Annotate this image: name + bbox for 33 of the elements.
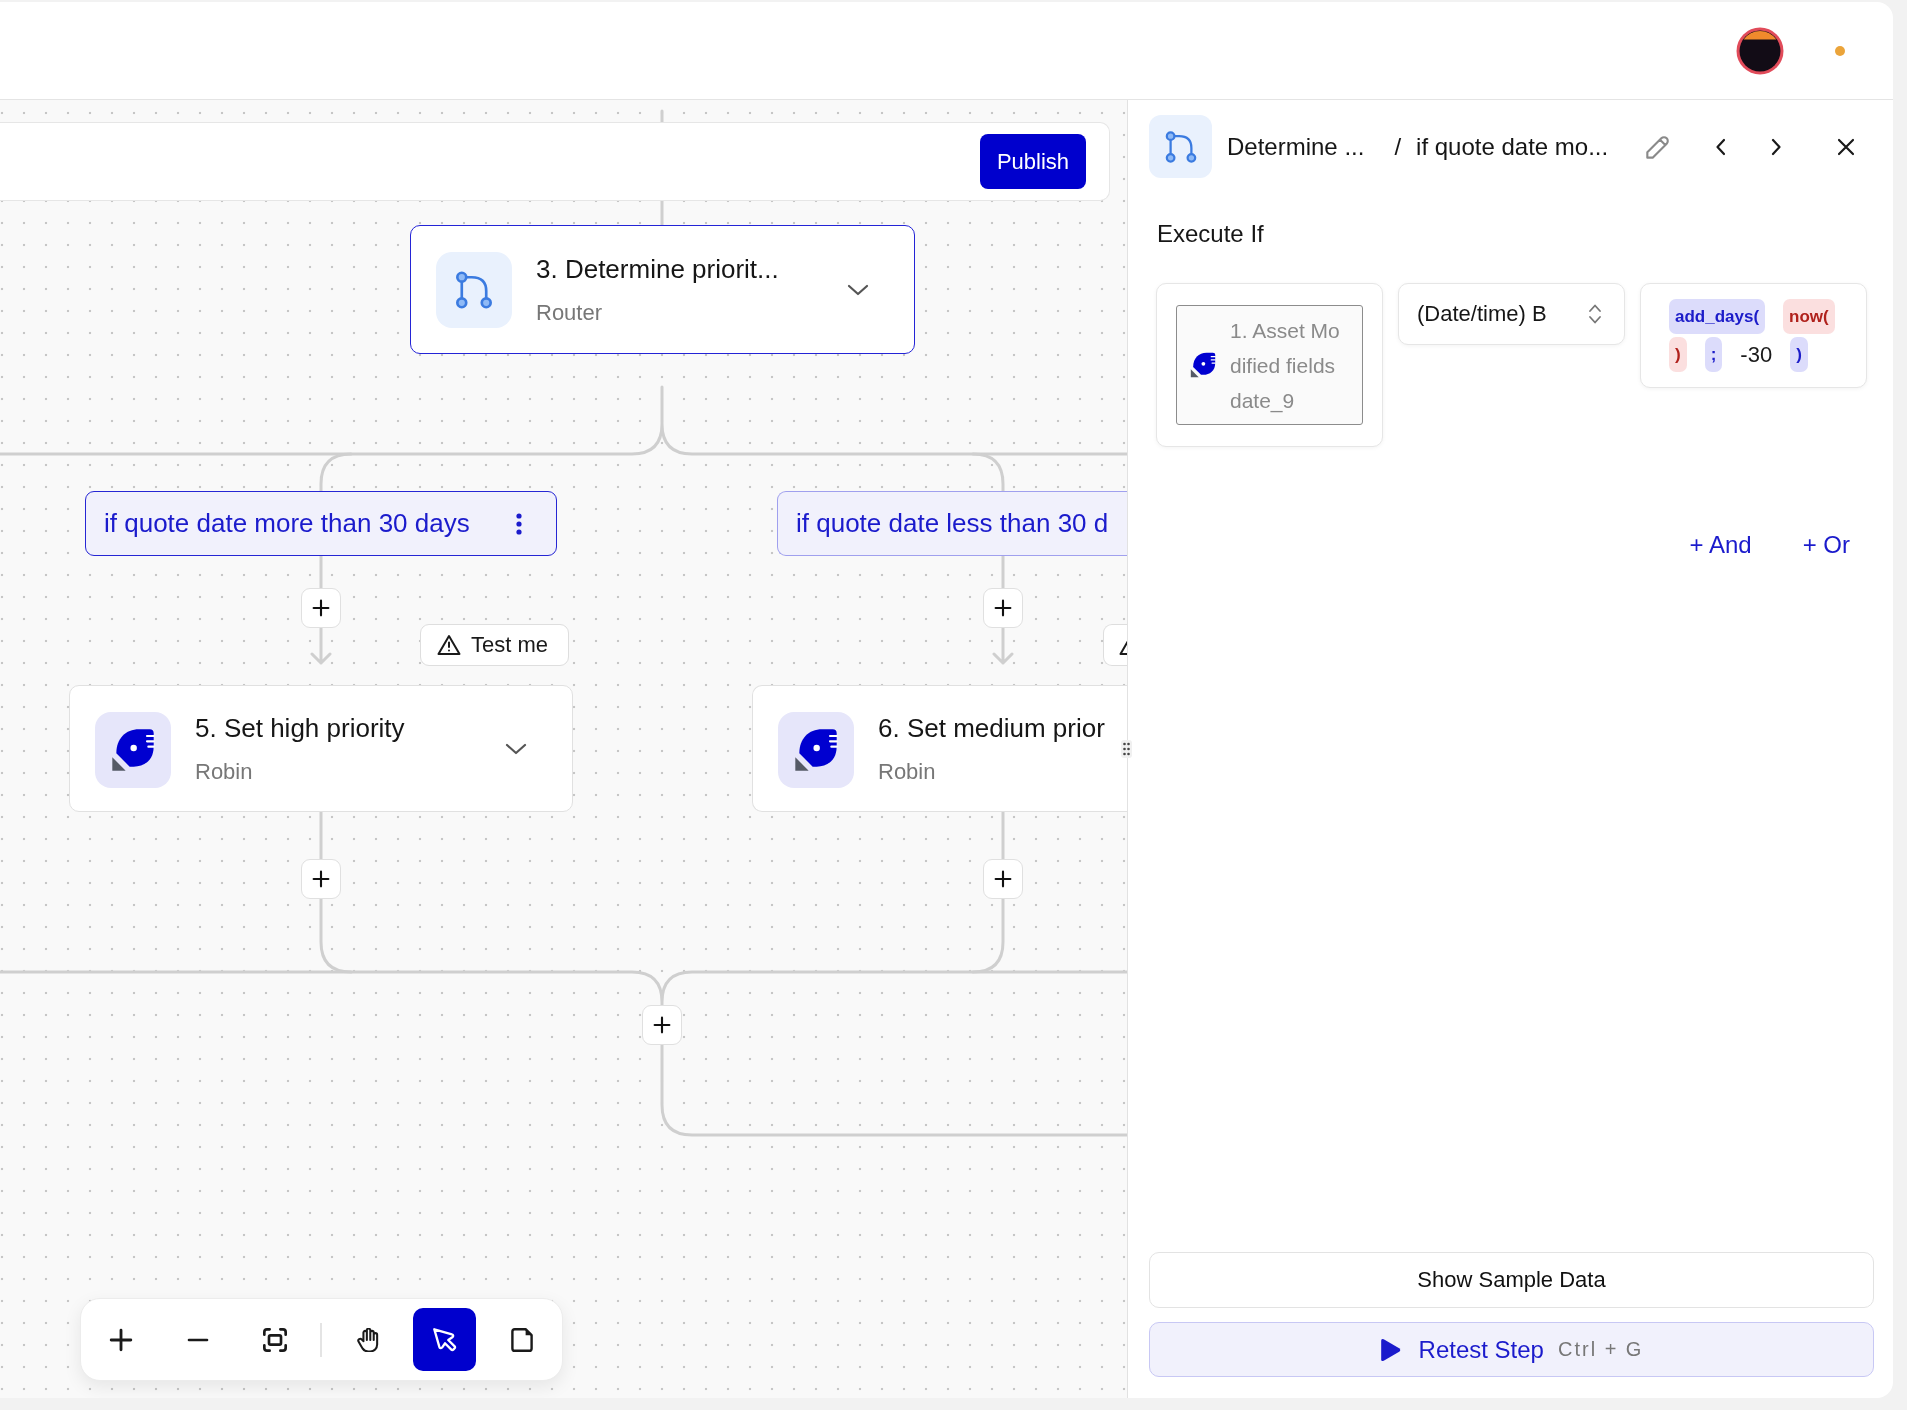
breadcrumb-link[interactable]: Determine ...	[1227, 132, 1365, 161]
token-chip: )	[1790, 337, 1808, 372]
breadcrumb-current: if quote date mo...	[1416, 132, 1609, 161]
chevron-right-icon[interactable]	[1770, 136, 1782, 157]
breadcrumb-separator: /	[1394, 132, 1402, 161]
token-chip: )	[1669, 337, 1687, 372]
plus-icon	[108, 1327, 133, 1352]
app-logo-icon	[1190, 352, 1216, 378]
token-chip: ;	[1704, 337, 1723, 372]
play-icon	[1379, 1337, 1402, 1362]
updown-chevron-icon	[1588, 302, 1602, 326]
minus-icon	[186, 1337, 209, 1342]
section-title: Execute If	[1157, 220, 1265, 248]
page-icon	[509, 1327, 534, 1352]
token-chip: add_days(	[1669, 299, 1766, 334]
token-text: -30	[1740, 340, 1773, 369]
add-and-button[interactable]: + And	[1689, 531, 1752, 559]
user-avatar[interactable]	[1736, 26, 1784, 75]
operator-select[interactable]: (Date/time) B	[1398, 283, 1625, 345]
expression-field[interactable]: add_days( now( ) ; -30 )	[1640, 283, 1867, 388]
token-chip: now(	[1783, 299, 1835, 334]
retest-button[interactable]: Retest Step Ctrl + G	[1149, 1322, 1874, 1377]
sample-data-button[interactable]: Show Sample Data	[1149, 1252, 1874, 1308]
hand-icon	[355, 1327, 380, 1352]
add-or-button[interactable]: + Or	[1802, 531, 1850, 559]
frame-icon	[262, 1327, 287, 1352]
chevron-left-icon[interactable]	[1715, 136, 1727, 157]
close-icon[interactable]	[1836, 136, 1856, 157]
pencil-icon[interactable]	[1646, 134, 1670, 159]
pointer-icon	[432, 1327, 457, 1352]
shortcut-hint: Ctrl + G	[1557, 1338, 1644, 1361]
router-icon	[1149, 115, 1212, 178]
select-tool-button[interactable]	[413, 1308, 476, 1371]
